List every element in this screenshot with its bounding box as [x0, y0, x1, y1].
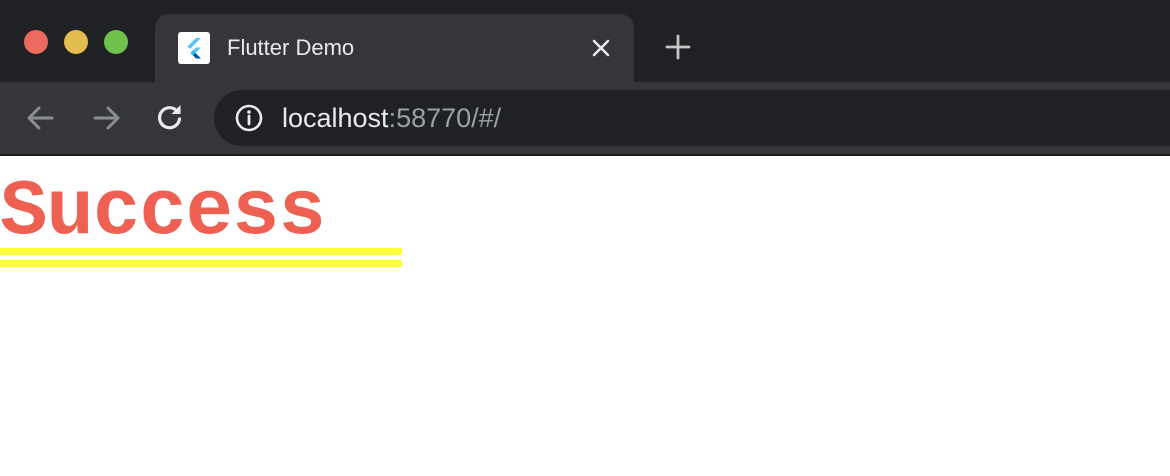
url-port-path: :58770/#/	[388, 103, 502, 133]
browser-titlebar: Flutter Demo	[0, 0, 1170, 82]
back-button[interactable]	[23, 100, 59, 136]
page-content: Success	[0, 156, 1170, 476]
arrow-left-icon	[27, 106, 54, 130]
reload-button[interactable]	[152, 100, 188, 136]
close-icon[interactable]	[587, 34, 615, 62]
tab-title: Flutter Demo	[227, 35, 355, 60]
arrow-right-icon	[93, 106, 120, 130]
browser-toolbar: localhost:58770/#/	[0, 82, 1170, 154]
reload-icon	[157, 105, 182, 130]
success-heading: Success	[0, 167, 326, 257]
info-icon[interactable]	[234, 103, 264, 133]
url-host: localhost	[282, 103, 389, 133]
url-text[interactable]: localhost:58770/#/	[282, 102, 501, 134]
address-bar[interactable]: localhost:58770/#/	[214, 90, 1170, 146]
window-minimize-button[interactable]	[64, 30, 88, 54]
heading-double-underline-bottom	[0, 260, 402, 267]
success-heading-block: Success	[0, 167, 402, 267]
forward-button[interactable]	[88, 100, 124, 136]
tab-flutter-demo[interactable]: Flutter Demo	[155, 14, 634, 82]
plus-icon	[665, 34, 691, 60]
flutter-logo-icon	[178, 32, 210, 64]
new-tab-button[interactable]	[662, 31, 694, 63]
window-close-button[interactable]	[24, 30, 48, 54]
window-maximize-button[interactable]	[104, 30, 128, 54]
heading-double-underline-top	[0, 248, 402, 255]
